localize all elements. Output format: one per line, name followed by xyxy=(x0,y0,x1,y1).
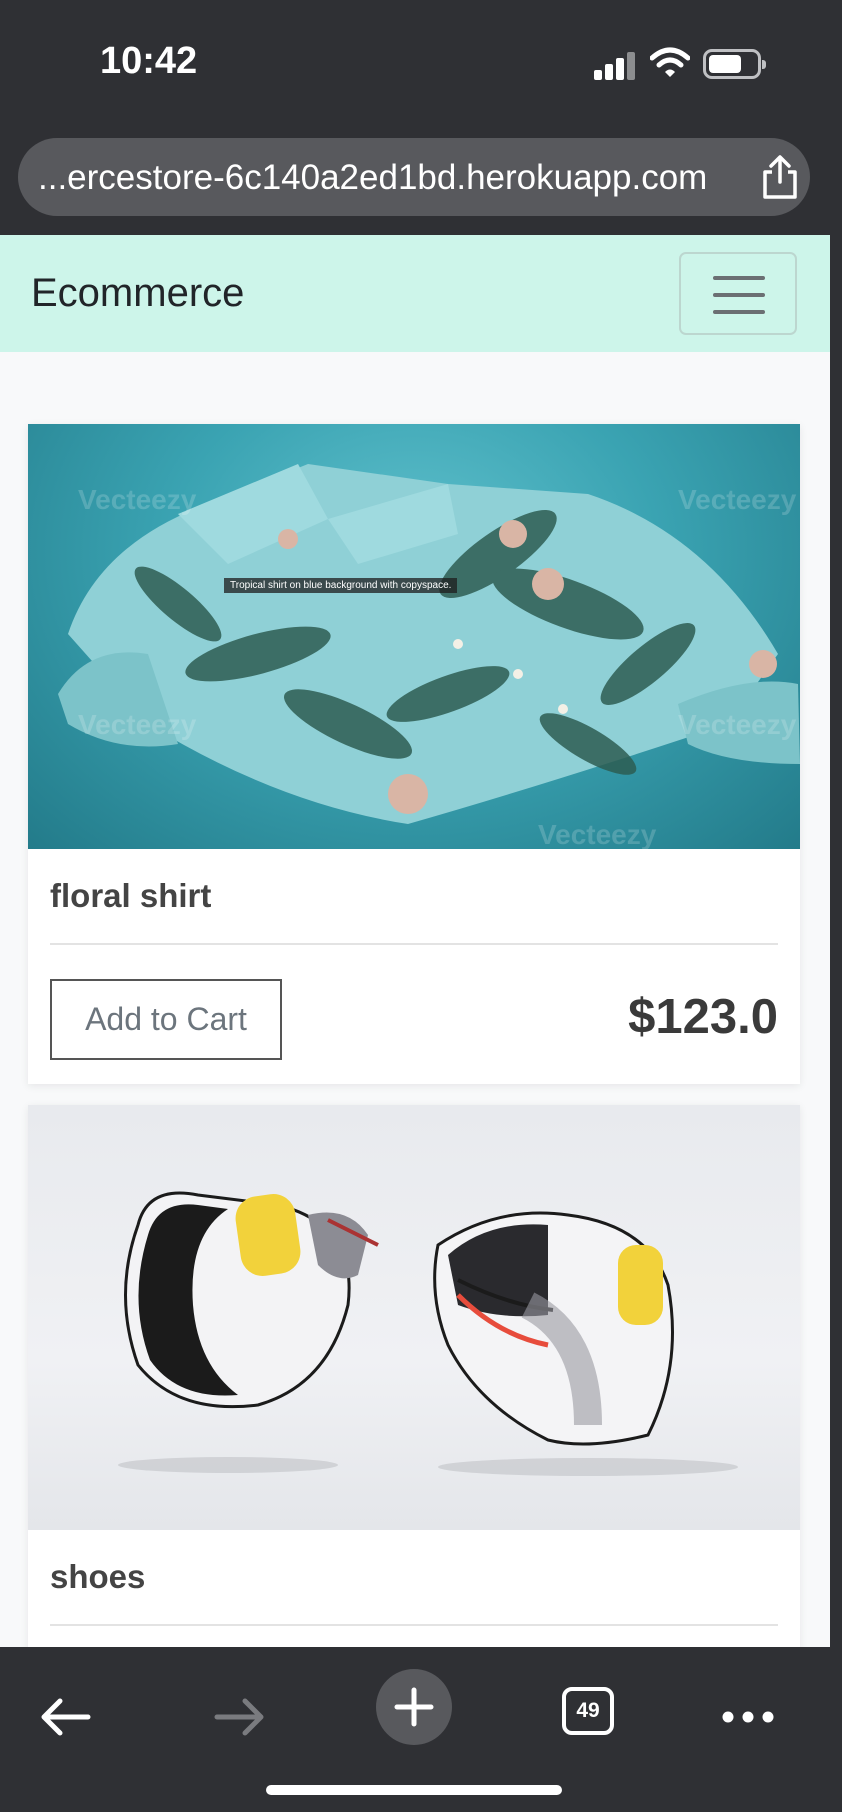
image-caption: Tropical shirt on blue background with c… xyxy=(224,578,458,593)
card-divider xyxy=(50,1624,778,1626)
forward-button[interactable] xyxy=(205,1677,275,1757)
cellular-signal-icon xyxy=(594,52,636,80)
arrow-left-icon xyxy=(41,1698,91,1736)
browser-toolbar: 49 xyxy=(0,1647,842,1812)
home-indicator[interactable] xyxy=(266,1785,562,1795)
status-bar: 10:42 xyxy=(0,0,842,130)
wifi-icon xyxy=(650,47,690,77)
share-icon[interactable] xyxy=(758,154,802,200)
add-to-cart-button[interactable]: Add to Cart xyxy=(50,979,282,1060)
plus-icon xyxy=(394,1687,434,1727)
screen-edge xyxy=(830,0,842,1812)
new-tab-button[interactable] xyxy=(376,1669,452,1745)
product-card: shoes xyxy=(28,1105,800,1647)
tabs-button[interactable]: 49 xyxy=(562,1687,614,1735)
watermark-text: Vecteezy xyxy=(78,709,197,740)
hamburger-icon xyxy=(713,293,765,297)
shoes-illustration xyxy=(118,1191,738,1476)
more-button[interactable] xyxy=(718,1677,778,1757)
watermark-text: Vecteezy xyxy=(678,484,797,515)
arrow-right-icon xyxy=(214,1698,264,1736)
status-time: 10:42 xyxy=(100,40,198,82)
hamburger-icon xyxy=(713,310,765,314)
url-bar[interactable]: ...ercestore-6c140a2ed1bd.herokuapp.com xyxy=(18,138,810,216)
watermark-text: Vecteezy xyxy=(538,819,657,849)
back-button[interactable] xyxy=(30,1677,100,1757)
product-image[interactable] xyxy=(28,1105,800,1530)
product-title: shoes xyxy=(50,1558,146,1595)
navbar-brand[interactable]: Ecommerce xyxy=(31,271,244,316)
url-text: ...ercestore-6c140a2ed1bd.herokuapp.com xyxy=(38,158,708,197)
navbar: Ecommerce xyxy=(0,235,830,352)
watermark-text: Vecteezy xyxy=(678,709,797,740)
more-icon xyxy=(722,1711,774,1723)
web-page: Ecommerce Vecteezy Vecteezy Vecteezy Vec… xyxy=(0,235,830,1647)
card-divider xyxy=(50,943,778,945)
battery-icon xyxy=(703,49,766,79)
product-card: Vecteezy Vecteezy Vecteezy Vecteezy Vect… xyxy=(28,424,800,1084)
product-image[interactable]: Vecteezy Vecteezy Vecteezy Vecteezy Vect… xyxy=(28,424,800,849)
browser-address-area: ...ercestore-6c140a2ed1bd.herokuapp.com xyxy=(0,130,842,235)
product-price: $123.0 xyxy=(628,990,778,1044)
hamburger-icon xyxy=(713,276,765,280)
watermark-text: Vecteezy xyxy=(78,484,197,515)
product-title: floral shirt xyxy=(50,877,212,914)
menu-toggle-button[interactable] xyxy=(679,252,797,335)
